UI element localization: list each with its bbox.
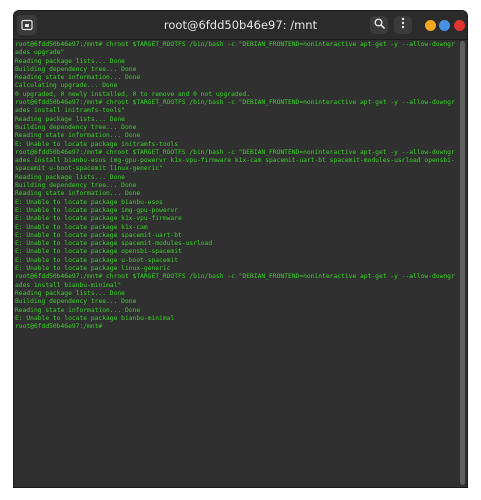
terminal-line: Building dependency tree... Done bbox=[15, 298, 137, 306]
terminal-line: E: Unable to locate package opensbi-spac… bbox=[15, 248, 182, 256]
vertical-dots-icon bbox=[401, 16, 405, 34]
terminal-line: Reading state information... Done bbox=[15, 306, 141, 314]
terminal-line: E: Unable to locate package initramfs-to… bbox=[15, 140, 179, 148]
terminal-line: E: Unable to locate package spacemit-mod… bbox=[15, 240, 213, 248]
terminal-line: Calculating upgrade... Done bbox=[15, 82, 118, 90]
terminal-line: E: Unable to locate package bianbu-esos bbox=[15, 198, 163, 206]
new-tab-icon bbox=[21, 19, 33, 31]
terminal-line: Reading state information... Done bbox=[15, 190, 141, 198]
search-button[interactable] bbox=[370, 16, 388, 34]
terminal-line: E: Unable to locate package img-gpu-powe… bbox=[15, 206, 179, 214]
terminal-line: root@6fdd50b46e97:/mnt# chroot $TARGET_R… bbox=[15, 41, 455, 57]
terminal-line: E: Unable to locate package k1x-cam bbox=[15, 223, 148, 231]
terminal-line: Reading state information... Done bbox=[15, 132, 141, 140]
minimize-button[interactable] bbox=[425, 20, 436, 31]
terminal-line: E: Unable to locate package linux-generi… bbox=[15, 265, 171, 273]
terminal-line: 0 upgraded, 0 newly installed, 0 to remo… bbox=[15, 90, 251, 98]
close-button[interactable] bbox=[454, 20, 465, 31]
terminal-line: Building dependency tree... Done bbox=[15, 65, 137, 73]
menu-button[interactable] bbox=[394, 16, 412, 34]
terminal-line: E: Unable to locate package k1x-vpu-firm… bbox=[15, 215, 182, 223]
terminal-line: Reading package lists... Done bbox=[15, 289, 125, 297]
terminal-line: root@6fdd50b46e97:/mnt# chroot $TARGET_R… bbox=[15, 148, 455, 173]
terminal-line: Building dependency tree... Done bbox=[15, 123, 137, 131]
terminal-line: Reading package lists... Done bbox=[15, 173, 125, 181]
terminal-line: E: Unable to locate package bianbu-minim… bbox=[15, 314, 175, 322]
terminal-line: E: Unable to locate package spacemit-uar… bbox=[15, 231, 182, 239]
scrollbar[interactable] bbox=[460, 41, 465, 485]
terminal-window: root@6fdd50b46e97: /mnt root@6fdd50b46e9 bbox=[13, 10, 468, 488]
new-tab-button[interactable] bbox=[17, 15, 37, 35]
terminal-output[interactable]: root@6fdd50b46e97:/mnt# chroot $TARGET_R… bbox=[15, 41, 455, 487]
scrollbar-thumb[interactable] bbox=[460, 41, 465, 485]
terminal-line: Building dependency tree... Done bbox=[15, 182, 137, 190]
search-icon bbox=[374, 16, 385, 34]
terminal-line: root@6fdd50b46e97:/mnt# chroot $TARGET_R… bbox=[15, 273, 455, 289]
terminal-line: Reading package lists... Done bbox=[15, 115, 125, 123]
terminal-line: Reading state information... Done bbox=[15, 74, 141, 82]
terminal-line: Reading package lists... Done bbox=[15, 57, 125, 65]
terminal-line: E: Unable to locate package u-boot-space… bbox=[15, 256, 179, 264]
maximize-button[interactable] bbox=[439, 20, 450, 31]
terminal-line: root@6fdd50b46e97:/mnt# bbox=[15, 323, 106, 331]
title-bar[interactable]: root@6fdd50b46e97: /mnt bbox=[14, 11, 467, 40]
terminal-line: root@6fdd50b46e97:/mnt# chroot $TARGET_R… bbox=[15, 99, 455, 115]
